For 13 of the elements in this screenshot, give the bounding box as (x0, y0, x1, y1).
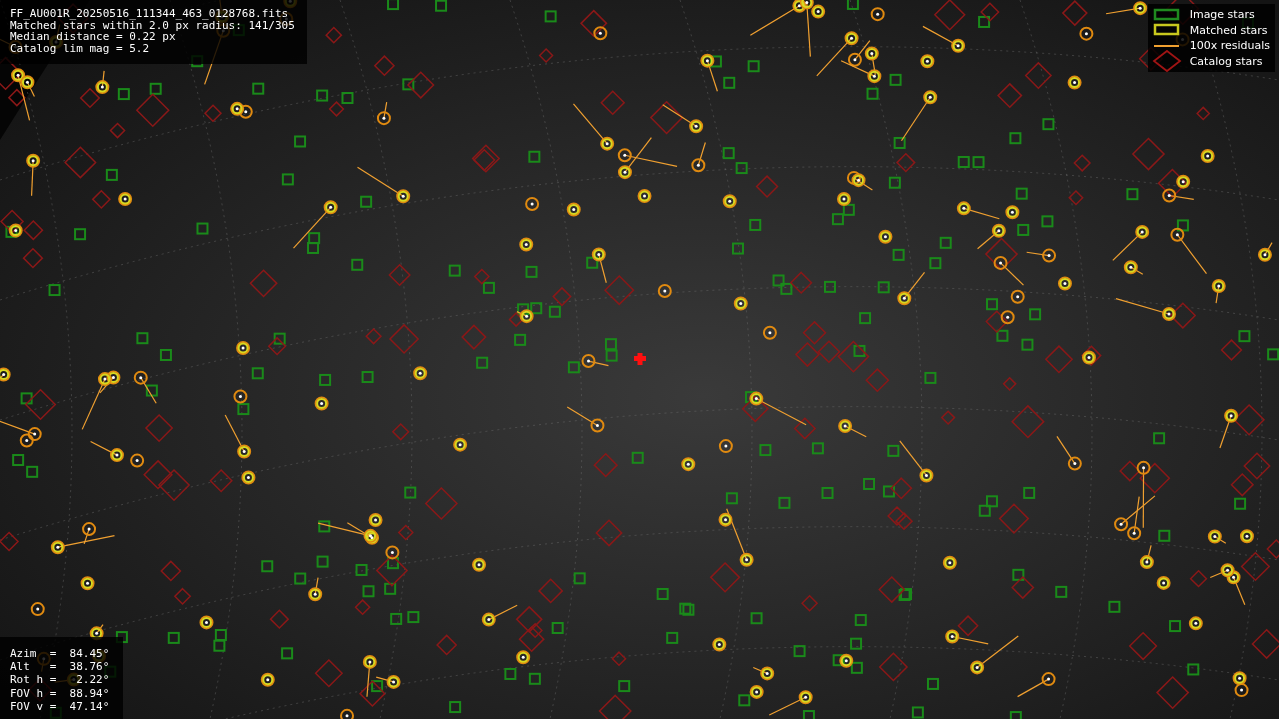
legend-label: Matched stars (1189, 24, 1268, 36)
legend-label: Image stars (1189, 9, 1255, 21)
legend-label: 100x residuals (1189, 40, 1270, 52)
info-text: FOV h = 88.94° (10, 686, 110, 700)
legend-label: Catalog stars (1189, 55, 1263, 67)
info-text: Azim = 84.45° (10, 647, 110, 661)
info-text: Rot h = 2.22° (10, 673, 110, 687)
info-text: FOV v = 47.14° (10, 699, 110, 713)
info-text: Matched stars within 2.0 px radius: 141/305 (10, 19, 295, 32)
info-text: FF_AU001R_20250516_111344_463_0128768.fits (10, 8, 290, 20)
info-text: Alt = 38.76° (10, 660, 110, 674)
info-text: Median distance = 0.22 px (10, 31, 176, 43)
info-text: Catalog lim mag = 5.2 (10, 42, 151, 55)
